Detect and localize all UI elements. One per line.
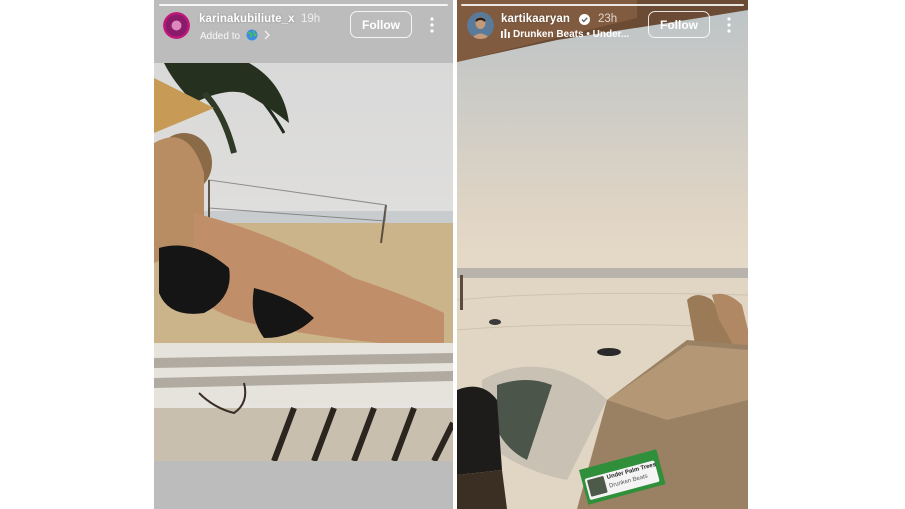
follow-button[interactable]: Follow (350, 11, 412, 38)
music-line[interactable]: Drunken Beats • Under... (501, 29, 629, 40)
story-header: kartikaaryan 23h Drunken Beats • Under..… (457, 8, 748, 58)
story-photo (154, 63, 453, 461)
verified-badge-icon (579, 14, 590, 25)
music-title: Drunken Beats • Under... (513, 29, 630, 40)
avatar[interactable] (163, 12, 190, 39)
story-progress-bar (159, 4, 448, 6)
story-progress-bar (461, 4, 744, 6)
username[interactable]: karinakubiliute_x (199, 13, 295, 25)
more-options-icon[interactable] (429, 16, 435, 34)
added-to-label: Added to (200, 31, 241, 42)
story-left[interactable]: karinakubiliute_x 19h Added to Follow (154, 0, 453, 509)
follow-button[interactable]: Follow (648, 11, 710, 38)
post-time: 19h (301, 13, 321, 25)
more-options-icon[interactable] (726, 16, 732, 34)
avatar[interactable] (467, 12, 494, 39)
added-to-line[interactable]: Added to (200, 29, 271, 42)
chevron-right-icon (264, 30, 270, 40)
username[interactable]: kartikaaryan (501, 13, 570, 25)
story-header: karinakubiliute_x 19h Added to Follow (154, 8, 453, 58)
post-time: 23h (598, 13, 618, 25)
story-photo (457, 0, 748, 509)
album-art (586, 475, 608, 497)
story-right[interactable]: kartikaaryan 23h Drunken Beats • Under..… (457, 0, 748, 509)
music-bars-icon (501, 29, 510, 38)
globe-icon (246, 29, 258, 41)
